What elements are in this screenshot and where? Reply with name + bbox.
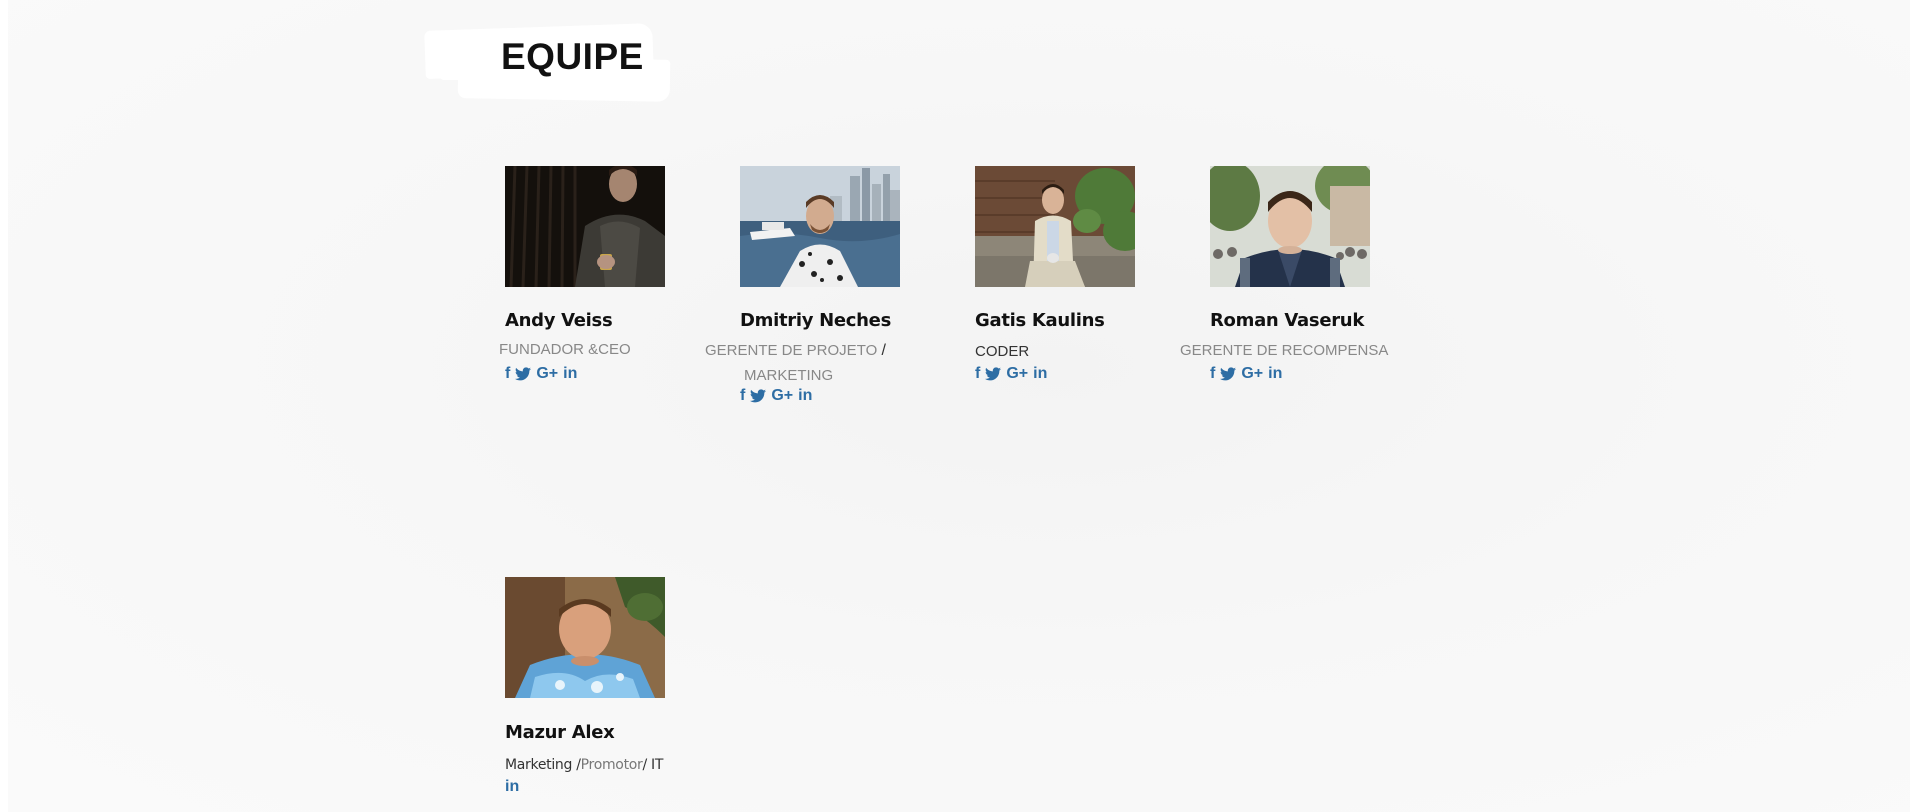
linkedin-icon[interactable]: in [1268, 365, 1282, 383]
linkedin-icon[interactable]: in [1033, 365, 1047, 383]
member-name: Mazur Alex [505, 722, 615, 743]
member-role: CODER [975, 343, 1030, 360]
google-plus-icon[interactable]: G+ [1241, 365, 1263, 383]
twitter-icon[interactable] [985, 367, 1002, 381]
facebook-icon[interactable]: f [975, 365, 980, 383]
facebook-icon[interactable]: f [505, 365, 510, 383]
google-plus-icon[interactable]: G+ [1006, 365, 1028, 383]
page-title: EQUIPE [501, 36, 644, 77]
member-role-part: Marketing / [505, 757, 581, 773]
social-links: f G+ in [1210, 365, 1282, 383]
linkedin-icon[interactable]: in [798, 387, 812, 405]
member-name: Dmitriy Neches [740, 310, 891, 331]
member-photo [1210, 166, 1370, 287]
member-photo [740, 166, 900, 287]
twitter-icon[interactable] [750, 389, 767, 403]
google-plus-icon[interactable]: G+ [536, 365, 558, 383]
member-role: GERENTE DE PROJETO / [705, 342, 886, 360]
member-name: Andy Veiss [505, 310, 613, 331]
member-name: Roman Vaseruk [1210, 310, 1364, 331]
member-role-line2: MARKETING [744, 367, 834, 384]
member-role-line1: GERENTE DE PROJETO [705, 342, 878, 359]
social-links: f G+ in [740, 387, 812, 405]
google-plus-icon[interactable]: G+ [771, 387, 793, 405]
linkedin-icon[interactable]: in [505, 778, 519, 796]
page-left-border [0, 0, 8, 812]
member-role: Marketing /Promotor/ IT [505, 757, 663, 773]
twitter-icon[interactable] [515, 367, 532, 381]
social-links: in [505, 778, 519, 796]
twitter-icon[interactable] [1220, 367, 1237, 381]
linkedin-icon[interactable]: in [563, 365, 577, 383]
page-background [8, 0, 1910, 812]
member-photo [975, 166, 1135, 287]
social-links: f G+ in [505, 365, 577, 383]
member-role-part: / IT [642, 757, 664, 773]
member-role-separator: / [881, 342, 886, 359]
social-links: f G+ in [975, 365, 1047, 383]
member-role: FUNDADOR &CEO [499, 341, 631, 358]
facebook-icon[interactable]: f [740, 387, 745, 405]
member-photo [505, 166, 665, 287]
member-role: GERENTE DE RECOMPENSA [1180, 342, 1389, 359]
member-role-part: Promotor [580, 757, 643, 773]
member-name: Gatis Kaulins [975, 310, 1105, 331]
member-photo [505, 577, 665, 698]
facebook-icon[interactable]: f [1210, 365, 1215, 383]
